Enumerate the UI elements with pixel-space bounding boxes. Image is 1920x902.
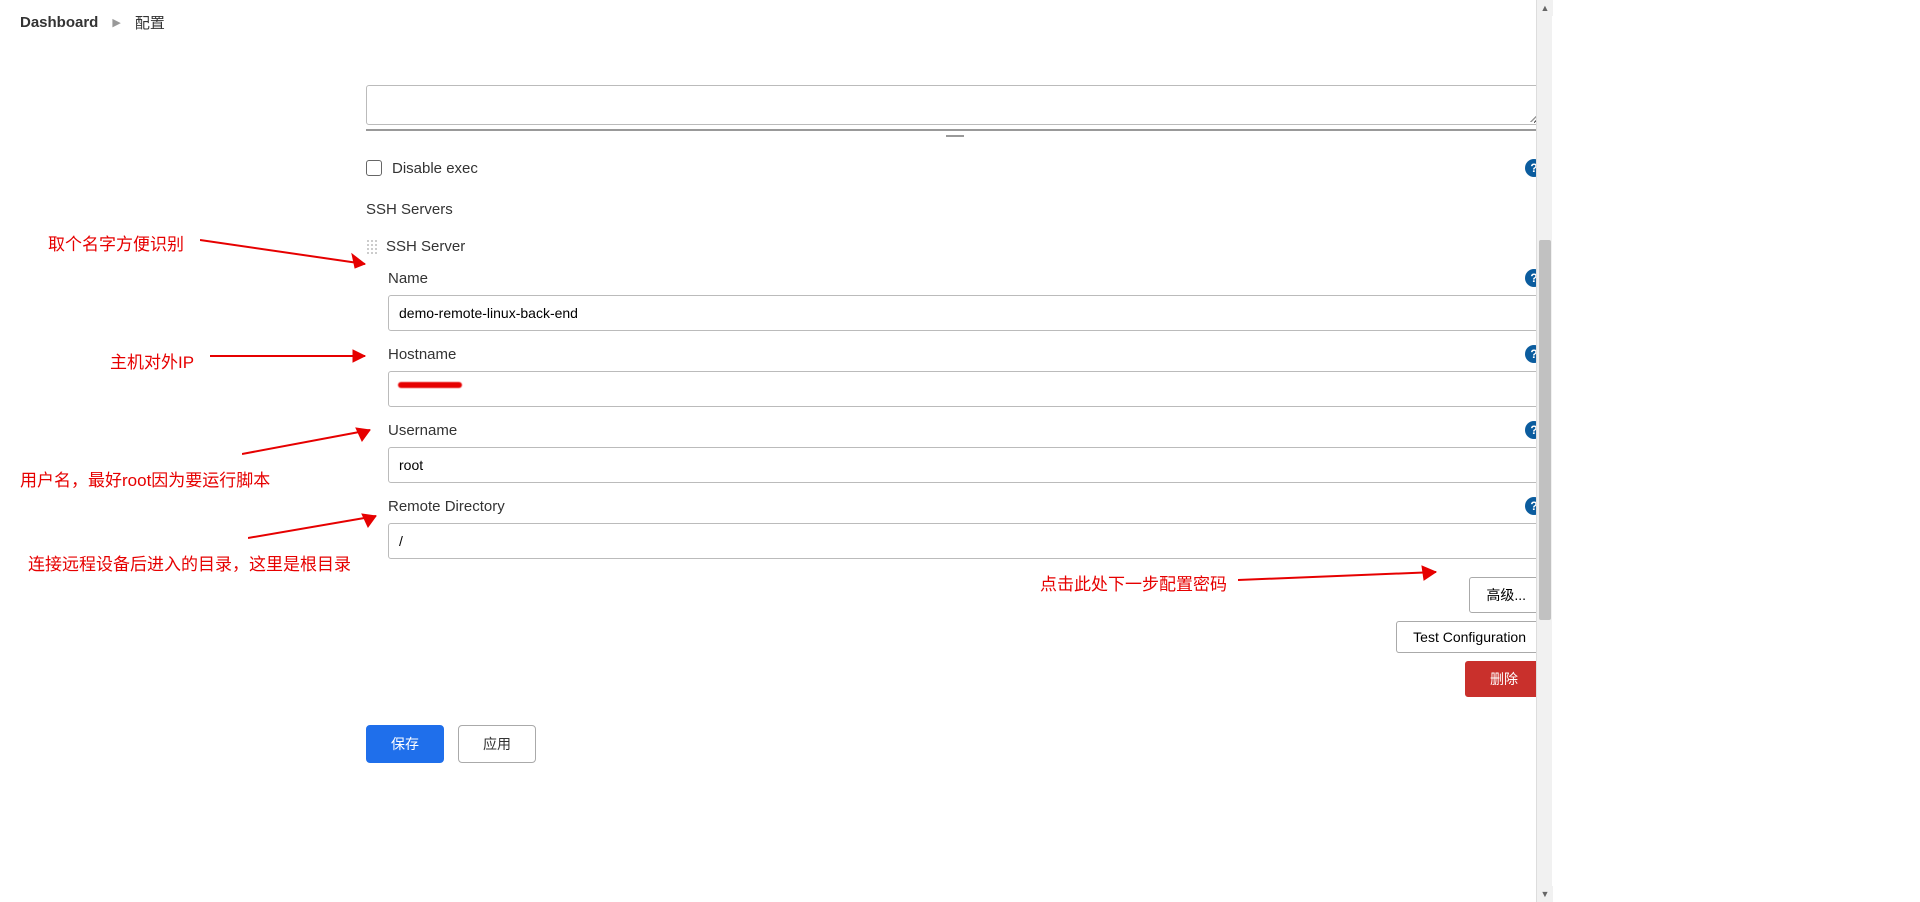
annotation-name: 取个名字方便识别 [48,235,184,254]
redaction-mark [398,382,462,388]
apply-button[interactable]: 应用 [458,725,536,763]
remote-dir-input[interactable] [388,523,1543,559]
delete-button[interactable]: 删除 [1465,661,1543,697]
scroll-up-icon[interactable]: ▲ [1537,0,1553,16]
test-configuration-button[interactable]: Test Configuration [1396,621,1543,653]
annotation-hostname: 主机对外IP [110,353,194,372]
annotation-username: 用户名，最好root因为要运行脚本 [20,471,270,490]
remote-dir-label: Remote Directory [388,498,505,515]
name-input[interactable] [388,295,1543,331]
username-label: Username [388,422,457,439]
scroll-down-icon[interactable]: ▼ [1537,886,1553,902]
annotation-remote-dir: 连接远程设备后进入的目录，这里是根目录 [28,555,351,574]
username-input[interactable] [388,447,1543,483]
separator [366,129,1543,131]
breadcrumb-home[interactable]: Dashboard [20,14,98,31]
chevron-right-icon: ▶ [112,16,120,29]
advanced-button[interactable]: 高级... [1469,577,1543,613]
ssh-servers-title: SSH Servers [366,201,1543,218]
ssh-server-item-title: SSH Server [386,238,465,255]
disable-exec-checkbox[interactable] [366,160,382,176]
save-button[interactable]: 保存 [366,725,444,763]
scrollbar[interactable]: ▲ ▼ [1536,0,1552,902]
drag-handle-icon[interactable] [366,239,378,255]
name-label: Name [388,270,428,287]
script-textarea[interactable] [366,85,1543,125]
hostname-label: Hostname [388,346,456,363]
hostname-input[interactable] [388,371,1543,407]
breadcrumb-current: 配置 [135,12,165,33]
breadcrumb: Dashboard ▶ 配置 [0,0,1551,45]
scroll-thumb[interactable] [1539,240,1551,620]
disable-exec-label: Disable exec [392,160,478,177]
resize-handle-icon[interactable] [946,135,964,137]
